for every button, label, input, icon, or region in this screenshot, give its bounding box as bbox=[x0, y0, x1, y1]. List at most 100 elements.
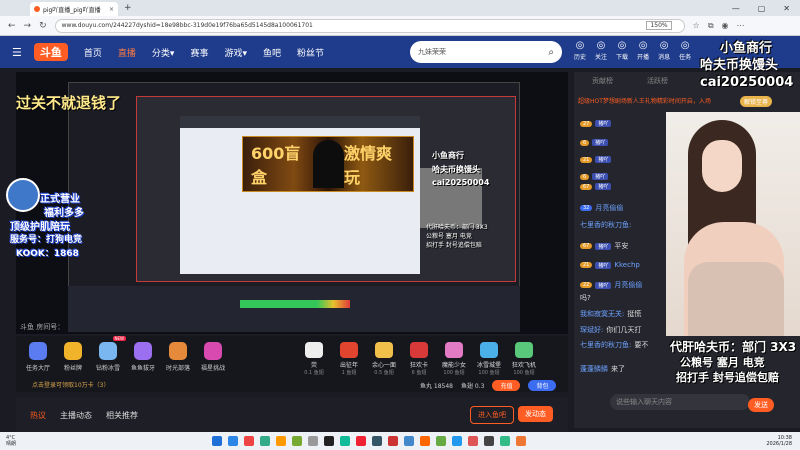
hamburger-menu-icon[interactable]: ☰ bbox=[12, 46, 22, 59]
tab-hot-discussion[interactable]: 热议 bbox=[30, 410, 46, 421]
activity-1[interactable]: 粉丝牌 bbox=[55, 342, 91, 372]
nav-esports[interactable]: 赛事 bbox=[190, 46, 208, 59]
more-menu-icon[interactable]: ⋯ bbox=[737, 21, 745, 31]
chat-username[interactable]: 琛斌好: bbox=[580, 325, 603, 335]
taskbar-app-8-icon[interactable] bbox=[340, 436, 351, 446]
taskbar-app-17-icon[interactable] bbox=[484, 436, 495, 446]
zoom-level[interactable]: 150% bbox=[646, 21, 672, 30]
fan-badge: 猪吖 bbox=[595, 261, 612, 269]
taskbar-app-13-icon[interactable] bbox=[420, 436, 431, 446]
header-action-4[interactable]: ◎ 消息 bbox=[658, 40, 670, 61]
nav-fishbar[interactable]: 鱼吧 bbox=[263, 46, 281, 59]
taskbar-app-4-icon[interactable] bbox=[276, 436, 287, 446]
promo-poster: 600盲盒 激情爽玩 bbox=[242, 136, 414, 192]
chat-username[interactable]: 月亮偷偷 bbox=[595, 203, 623, 213]
taskbar-app-0-icon[interactable] bbox=[212, 436, 223, 446]
broadcast-icon: ◎ bbox=[638, 40, 648, 51]
taskbar-app-12-icon[interactable] bbox=[404, 436, 415, 446]
close-window-icon[interactable]: ✕ bbox=[783, 4, 790, 13]
address-bar: ← → ↻ www.douyu.com/244227dyshid=18e98bb… bbox=[0, 16, 800, 36]
maximize-icon[interactable]: ▢ bbox=[758, 4, 766, 13]
activity-3[interactable]: 鱼鱼拔牙 bbox=[125, 342, 161, 372]
system-clock[interactable]: 10:38 2026/1/28 bbox=[766, 435, 792, 447]
recharge-button[interactable]: 充值 bbox=[492, 380, 521, 391]
chat-username[interactable]: 七里香的秋刀鱼: bbox=[580, 340, 631, 350]
login-tip[interactable]: 点击登录可领取10万卡（3） bbox=[32, 380, 109, 389]
nav-games[interactable]: 游戏▾ bbox=[224, 46, 247, 59]
taskbar-app-18-icon[interactable] bbox=[500, 436, 511, 446]
forward-icon[interactable]: → bbox=[24, 21, 32, 31]
post-update-button[interactable]: 发动态 bbox=[518, 406, 553, 422]
taskbar-app-7-icon[interactable] bbox=[324, 436, 335, 446]
douyu-favicon-icon bbox=[34, 6, 40, 12]
tab-related[interactable]: 相关推荐 bbox=[106, 410, 138, 421]
activity-2[interactable]: NEW 钻粉冰雪 bbox=[90, 336, 126, 372]
unlock-vip-button[interactable]: 解锁至尊 bbox=[740, 96, 773, 107]
taskbar-app-19-icon[interactable] bbox=[516, 436, 527, 446]
gift-name: 狂欢卡 bbox=[409, 362, 428, 369]
header-action-label: 下载 bbox=[616, 54, 629, 61]
activity-0[interactable]: 任务大厅 bbox=[20, 342, 56, 372]
taskbar-app-15-icon[interactable] bbox=[452, 436, 463, 446]
gift-4[interactable]: 魔能少女 100 鱼翅 bbox=[436, 342, 472, 376]
search-input[interactable]: 九妹荣荣 ⌕ bbox=[410, 41, 562, 63]
send-chat-button[interactable]: 发送 bbox=[748, 398, 774, 412]
activity-4[interactable]: 时光部落 bbox=[160, 342, 196, 372]
taskbar-app-2-icon[interactable] bbox=[244, 436, 255, 446]
header-action-3[interactable]: ◎ 开播 bbox=[637, 40, 649, 61]
backpack-button[interactable]: 背包 bbox=[528, 380, 557, 391]
chat-username[interactable]: Kkechp bbox=[614, 261, 639, 269]
gift-1[interactable]: 出征年 1 鱼翅 bbox=[331, 342, 367, 376]
gift-5[interactable]: 冰雪城堡 100 鱼翅 bbox=[471, 342, 507, 376]
back-icon[interactable]: ← bbox=[8, 21, 16, 31]
taskbar-app-3-icon[interactable] bbox=[260, 436, 271, 446]
taskbar-app-14-icon[interactable] bbox=[436, 436, 447, 446]
chat-message: 琛斌好: 你们几天打 bbox=[580, 325, 670, 335]
tab-streamer-updates[interactable]: 主播动态 bbox=[60, 410, 92, 421]
chat-username[interactable]: 月亮偷偷 bbox=[614, 280, 642, 290]
service-small-2: 公粮号 塞月 电竞 bbox=[426, 233, 472, 240]
gift-3[interactable]: 狂欢卡 6 鱼翅 bbox=[401, 342, 437, 376]
gift-2[interactable]: 余心一面 0.5 鱼翅 bbox=[366, 342, 402, 376]
header-action-0[interactable]: ◎ 历史 bbox=[574, 40, 586, 61]
taskbar-app-10-icon[interactable] bbox=[372, 436, 383, 446]
chat-username[interactable]: 七里香的秋刀鱼: bbox=[580, 220, 631, 230]
nav-live[interactable]: 直播 bbox=[118, 46, 136, 59]
chat-message: 22 猪吖 月亮偷偷 bbox=[580, 280, 670, 290]
tab-active-rank[interactable]: 活跃榜 bbox=[647, 76, 668, 86]
tab-contribution-rank[interactable]: 贡献榜 bbox=[592, 76, 613, 86]
taskbar-app-5-icon[interactable] bbox=[292, 436, 303, 446]
gift-0[interactable]: 荧 0.1 鱼翅 bbox=[296, 342, 332, 376]
weather-widget[interactable]: 4°C 晴朗 bbox=[6, 435, 16, 447]
douyu-logo[interactable]: 斗鱼 bbox=[33, 43, 68, 61]
profile-icon[interactable]: ◉ bbox=[722, 21, 729, 31]
gift-6[interactable]: 狂欢飞机 100 鱼翅 bbox=[506, 342, 542, 376]
taskbar-app-6-icon[interactable] bbox=[308, 436, 319, 446]
taskbar-app-11-icon[interactable] bbox=[388, 436, 399, 446]
minimize-icon[interactable]: — bbox=[732, 4, 740, 13]
header-action-2[interactable]: ◎ 下载 bbox=[616, 40, 628, 61]
chat-username[interactable]: 我和寂寞无关: bbox=[580, 309, 624, 319]
cam-bottom-2: 公粮号 塞月 电竞 bbox=[680, 356, 765, 369]
nav-home[interactable]: 首页 bbox=[84, 46, 102, 59]
header-action-1[interactable]: ◎ 关注 bbox=[595, 40, 607, 61]
url-field[interactable]: www.douyu.com/244227dyshid=18e98bbc-319d… bbox=[54, 18, 685, 33]
reload-icon[interactable]: ↻ bbox=[39, 21, 47, 31]
taskbar-app-1-icon[interactable] bbox=[228, 436, 239, 446]
close-tab-icon[interactable]: × bbox=[109, 6, 114, 13]
gift-icon bbox=[445, 342, 463, 358]
taskbar-app-16-icon[interactable] bbox=[468, 436, 479, 446]
new-tab-icon[interactable]: + bbox=[124, 3, 132, 13]
activity-5[interactable]: 福星挑战 bbox=[195, 342, 231, 372]
nav-fan-festival[interactable]: 粉丝节 bbox=[297, 46, 324, 59]
search-icon[interactable]: ⌕ bbox=[548, 47, 554, 58]
favorite-star-icon[interactable]: ☆ bbox=[693, 21, 700, 31]
taskbar-app-9-icon[interactable] bbox=[356, 436, 367, 446]
chat-input[interactable]: 说些输入聊天内容 bbox=[610, 394, 750, 410]
nav-category[interactable]: 分类▾ bbox=[152, 46, 175, 59]
chat-username[interactable]: 蓬蓬鳞鳞 bbox=[580, 364, 608, 374]
extensions-icon[interactable]: ⧉ bbox=[708, 21, 714, 31]
enter-fishbar-button[interactable]: 进入鱼吧 bbox=[470, 406, 514, 424]
browser-tab[interactable]: pig吖直播_pig吖直播 × bbox=[30, 2, 118, 16]
fan-badge: 猪吖 bbox=[595, 183, 612, 190]
